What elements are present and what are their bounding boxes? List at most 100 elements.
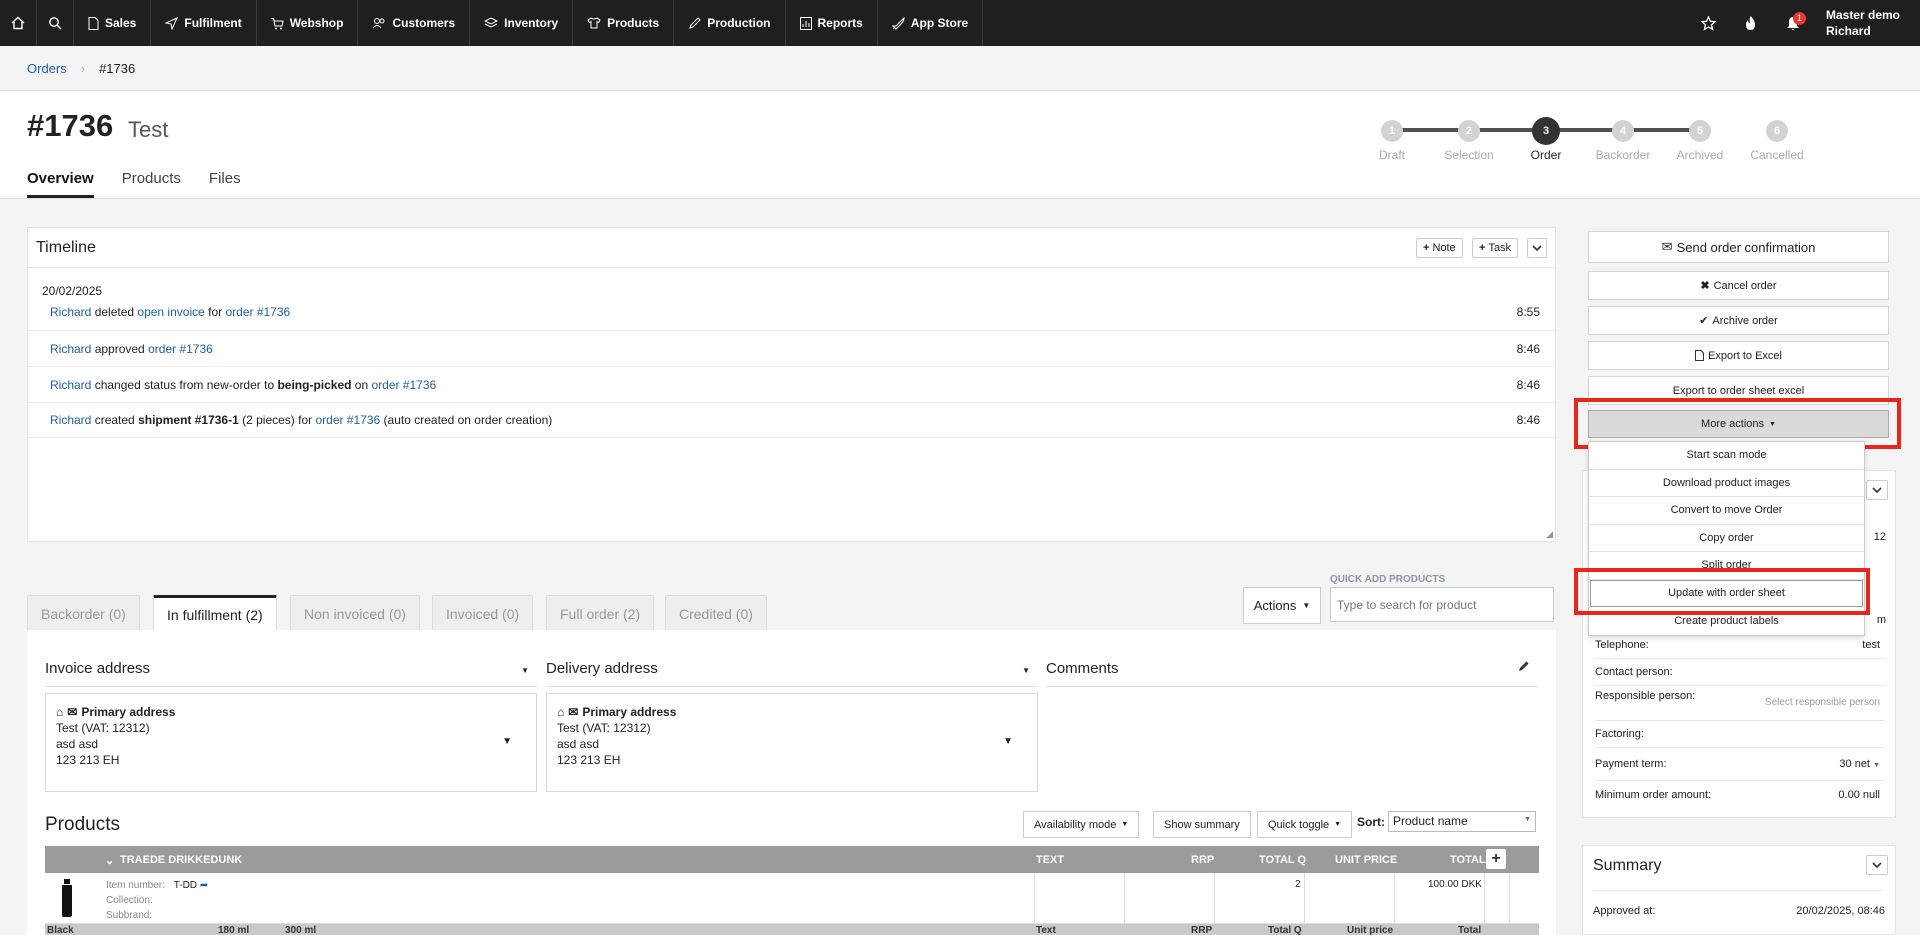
add-task-button[interactable]: + Task — [1472, 238, 1519, 258]
show-summary-button[interactable]: Show summary — [1153, 811, 1251, 838]
unit-price-column-header: UNIT PRICE — [1335, 854, 1398, 866]
nav-item-webshop[interactable]: Webshop — [257, 0, 359, 46]
summary-panel: Summary Approved at: 20/02/2025, 08:46 — [1582, 845, 1896, 935]
order-link[interactable]: order #1736 — [371, 378, 436, 392]
search-button[interactable] — [37, 0, 74, 46]
search-icon — [48, 16, 62, 30]
entry-time: 8:46 — [1516, 377, 1540, 392]
caret-down-icon[interactable]: ▼ — [1022, 666, 1030, 675]
availability-label: Availability mode — [1034, 818, 1117, 831]
responsible-person-select[interactable]: Select responsible person — [1765, 697, 1880, 708]
summary-title: Summary — [1593, 857, 1662, 874]
notifications-button[interactable]: 1 — [1772, 0, 1814, 46]
info-value: 0.00 null — [1838, 788, 1880, 801]
delivery-address-card[interactable]: ⌂ ✉ Primary address Test (VAT: 12312) asd … — [546, 693, 1038, 792]
user-link[interactable]: Richard — [50, 342, 91, 356]
step-backorder[interactable]: 4 Backorder — [1588, 116, 1658, 162]
info-label: Payment term: — [1595, 758, 1667, 770]
timeline-entry: Richard deleted open invoice for order #… — [28, 294, 1555, 330]
caret-down-icon[interactable]: ▼ — [502, 734, 512, 750]
order-link[interactable]: order #1736 — [148, 342, 213, 356]
send-confirmation-label: Send order confirmation — [1676, 239, 1816, 255]
nav-item-customers[interactable]: Customers — [358, 0, 471, 46]
document-icon — [88, 16, 99, 30]
step-label: Backorder — [1595, 148, 1651, 162]
caret-down-icon[interactable]: ▼ — [521, 666, 529, 675]
info-row-responsible-person: Responsible person: Select responsible pe… — [1595, 686, 1885, 721]
actions-dropdown[interactable]: Actions ▼ — [1243, 587, 1321, 624]
chevron-down-icon[interactable]: ⌄ — [105, 854, 114, 867]
home-button[interactable] — [0, 0, 37, 46]
availability-mode-dropdown[interactable]: Availability mode ▼ — [1023, 811, 1140, 838]
nav-item-inventory[interactable]: Inventory — [470, 0, 574, 46]
tab-backorder[interactable]: Backorder (0) — [27, 595, 140, 631]
caret-down-icon: ▼ — [1121, 821, 1129, 828]
tab-non-invoiced[interactable]: Non invoiced (0) — [290, 595, 420, 631]
variant-subheader: Black 180 ml 300 ml Text RRP Total Q Uni… — [45, 924, 1539, 935]
add-note-button[interactable]: + Note — [1416, 238, 1463, 258]
share-arrow-icon[interactable]: ➦ — [200, 880, 208, 891]
menu-item-download-product-images[interactable]: Download product images — [1589, 470, 1864, 497]
resize-handle-icon[interactable]: ◢ — [1546, 529, 1553, 540]
address-label: Primary address — [582, 705, 677, 719]
sort-select[interactable]: Product name ▼ — [1388, 811, 1536, 832]
favorites-button[interactable] — [1688, 0, 1730, 46]
tab-in-fulfillment[interactable]: In fulfillment (2) — [153, 595, 277, 631]
tab-full-order[interactable]: Full order (2) — [546, 595, 655, 631]
summary-collapse-button[interactable] — [1866, 855, 1888, 875]
menu-item-convert-to-move-order[interactable]: Convert to move Order — [1589, 497, 1864, 525]
edit-comments-button[interactable] — [1518, 660, 1530, 672]
nav-item-sales[interactable]: Sales — [74, 0, 152, 46]
breadcrumb-orders-link[interactable]: Orders — [27, 61, 67, 76]
tab-invoiced[interactable]: Invoiced (0) — [432, 595, 534, 631]
timeline-collapse-button[interactable] — [1527, 238, 1547, 258]
invoice-address-header: Invoice address ▼ — [45, 660, 537, 687]
menu-item-start-scan-mode[interactable]: Start scan mode — [1589, 442, 1864, 470]
table-row: Item number: T-DD ➦ Collection: Subbrand… — [45, 873, 1539, 924]
nav-item-reports[interactable]: Reports — [786, 0, 878, 46]
step-draft[interactable]: 1 Draft — [1357, 116, 1427, 162]
export-excel-button[interactable]: Export to Excel — [1588, 341, 1889, 370]
info-collapse-button[interactable] — [1866, 480, 1888, 500]
send-order-confirmation-button[interactable]: ✉ Send order confirmation — [1588, 231, 1889, 263]
step-cancelled[interactable]: 6 Cancelled — [1742, 116, 1812, 162]
info-label: Factoring: — [1595, 728, 1644, 740]
nav-item-products[interactable]: Products — [573, 0, 675, 46]
invoice-address-card[interactable]: ⌂ ✉ Primary address Test (VAT: 12312) asd … — [45, 693, 537, 792]
user-menu[interactable]: Master demo Richard — [1814, 7, 1920, 39]
step-label: Draft — [1378, 148, 1405, 162]
archive-order-button[interactable]: ✔ Archive order — [1588, 306, 1889, 335]
info-partial-value: 12 — [1873, 531, 1886, 543]
approved-at-label: Approved at: — [1593, 905, 1656, 917]
payment-term-value: 30 net — [1839, 758, 1870, 770]
step-archived[interactable]: 5 Archived — [1665, 116, 1735, 162]
tab-products[interactable]: Products — [122, 170, 181, 198]
order-link[interactable]: order #1736 — [225, 305, 290, 319]
rrp-column-header: RRP — [1191, 854, 1215, 866]
step-selection[interactable]: 2 Selection — [1434, 116, 1504, 162]
tab-credited[interactable]: Credited (0) — [665, 595, 767, 631]
quick-toggle-dropdown[interactable]: Quick toggle ▼ — [1257, 811, 1353, 838]
nav-item-app-store[interactable]: App Store — [878, 0, 984, 46]
order-link[interactable]: order #1736 — [315, 413, 380, 427]
nav-item-production[interactable]: Production — [674, 0, 786, 46]
caret-down-icon[interactable]: ▼ — [1003, 734, 1013, 750]
step-number: 2 — [1458, 120, 1480, 142]
menu-item-copy-order[interactable]: Copy order — [1589, 525, 1864, 552]
user-link[interactable]: Richard — [50, 305, 91, 319]
tab-files[interactable]: Files — [209, 170, 241, 198]
nav-item-fulfilment[interactable]: Fulfilment — [151, 0, 257, 46]
nav-item-label: Fulfilment — [184, 16, 242, 30]
product-thumbnail[interactable] — [60, 879, 74, 917]
export-excel-label[interactable]: Export to Excel — [1708, 350, 1782, 362]
tab-overview[interactable]: Overview — [27, 170, 94, 198]
add-column-button[interactable]: + — [1486, 849, 1506, 869]
payment-term-select[interactable]: 30 net ▼ — [1839, 758, 1880, 770]
activity-button[interactable] — [1730, 0, 1772, 46]
quick-add-product-input[interactable] — [1330, 587, 1554, 622]
invoice-link[interactable]: open invoice — [137, 305, 204, 319]
user-link[interactable]: Richard — [50, 378, 91, 392]
step-order[interactable]: 3 Order — [1511, 116, 1581, 162]
cancel-order-button[interactable]: ✖ Cancel order — [1588, 271, 1889, 300]
user-link[interactable]: Richard — [50, 413, 91, 427]
